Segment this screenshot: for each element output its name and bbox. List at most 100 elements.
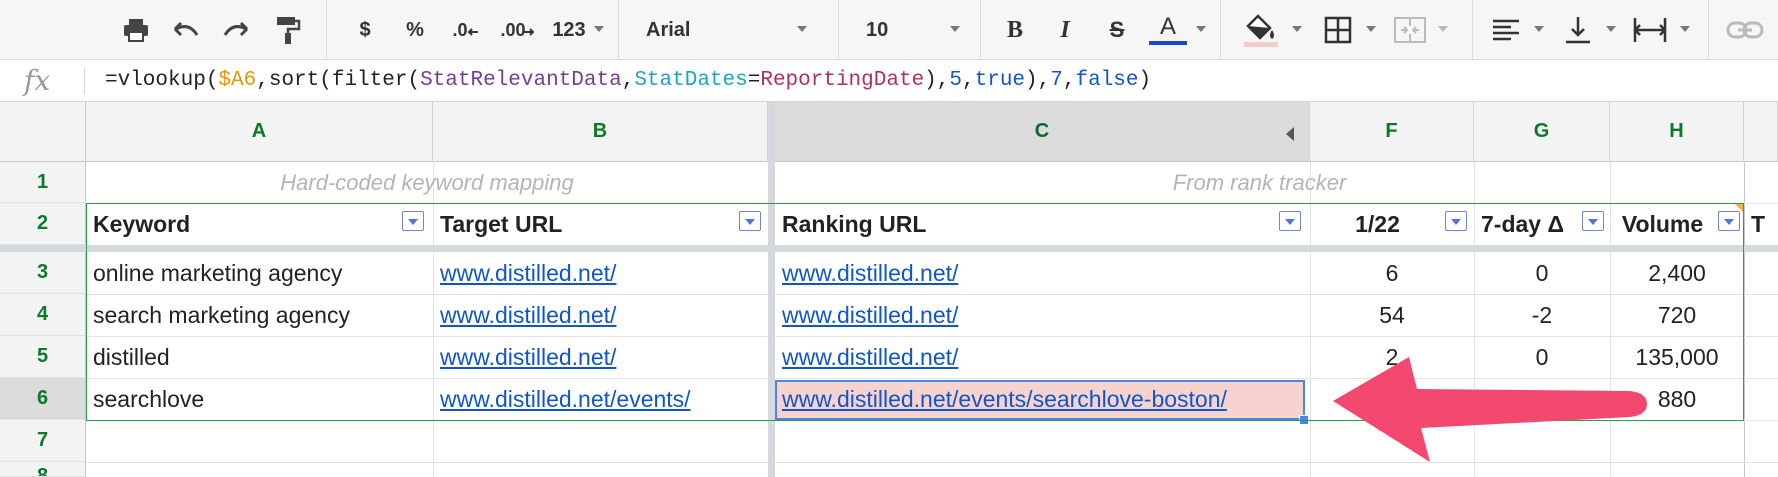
header-volume[interactable]: Volume (1610, 204, 1715, 245)
chevron-down-icon[interactable] (1606, 26, 1616, 32)
font-size-select[interactable]: 10 (866, 10, 896, 50)
toolbar-divider (980, 0, 981, 60)
cell-keyword[interactable]: distilled (86, 336, 433, 378)
decrease-decimal-button[interactable]: .0 (448, 10, 484, 50)
paint-format-icon[interactable] (270, 10, 306, 50)
select-all-corner[interactable] (0, 102, 86, 162)
target-url-link[interactable]: www.distilled.net/ (440, 260, 616, 287)
row-header-6[interactable]: 6 (0, 378, 86, 420)
cell-ranking-url[interactable]: www.distilled.net/ (775, 252, 1310, 294)
chevron-down-icon[interactable] (594, 26, 604, 32)
text-wrap-icon[interactable] (1630, 10, 1670, 50)
fill-color-icon[interactable] (1240, 10, 1284, 50)
cell-rank[interactable]: 6 (1310, 252, 1474, 294)
cell-ranking-url[interactable]: www.distilled.net/events/searchlove-bost… (775, 378, 1310, 420)
cell-target-url[interactable]: www.distilled.net/events/ (433, 378, 768, 420)
fill-handle[interactable] (1299, 415, 1309, 425)
cell-target-url[interactable]: www.distilled.net/ (433, 336, 768, 378)
column-header-c[interactable]: C (775, 102, 1310, 162)
increase-decimal-button[interactable]: .00 (496, 10, 540, 50)
italic-button[interactable]: I (1050, 10, 1080, 50)
merge-cells-icon[interactable] (1390, 10, 1430, 50)
filter-target-url-icon[interactable] (739, 211, 761, 231)
column-header-g[interactable]: G (1474, 102, 1610, 162)
row-header-3[interactable]: 3 (0, 252, 86, 294)
font-family-select[interactable]: Arial (646, 10, 706, 50)
cell-target-url[interactable]: www.distilled.net/ (433, 294, 768, 336)
filter-keyword-icon[interactable] (402, 211, 424, 231)
row-header-2[interactable]: 2 (0, 203, 86, 245)
header-ranking-url[interactable]: Ranking URL (775, 204, 1310, 245)
cell-ranking-url[interactable]: www.distilled.net/ (775, 294, 1310, 336)
vertical-align-icon[interactable] (1560, 10, 1596, 50)
filter-date-icon[interactable] (1445, 211, 1467, 231)
row-header-4[interactable]: 4 (0, 294, 86, 336)
frozen-column-divider[interactable] (768, 102, 775, 477)
column-header-f[interactable]: F (1310, 102, 1474, 162)
note-rank-tracker[interactable]: From rank tracker (775, 162, 1744, 203)
formula-input[interactable]: =vlookup($A6,sort(filter(StatRelevantDat… (105, 69, 1151, 92)
cell-keyword[interactable]: searchlove (86, 378, 433, 420)
borders-icon[interactable] (1320, 10, 1356, 50)
header-7day-change[interactable]: 7-day Δ (1474, 204, 1584, 245)
strikethrough-button[interactable]: S (1102, 10, 1132, 50)
bold-button[interactable]: B (1000, 10, 1030, 50)
formula-token: = (747, 69, 761, 92)
cell-target-url[interactable]: www.distilled.net/ (433, 252, 768, 294)
cell-rank[interactable]: 54 (1310, 294, 1474, 336)
filter-ranking-url-icon[interactable] (1279, 211, 1301, 231)
text-color-button[interactable]: A (1148, 10, 1188, 50)
fx-icon: fx (24, 64, 51, 97)
chevron-down-icon[interactable] (797, 26, 807, 32)
header-next-column[interactable]: T (1744, 204, 1778, 245)
row-header-1[interactable]: 1 (0, 162, 86, 203)
note-hardcoded-mapping[interactable]: Hard-coded keyword mapping (86, 162, 768, 203)
header-target-url[interactable]: Target URL (433, 204, 768, 245)
row-header-7[interactable]: 7 (0, 420, 86, 462)
ranking-url-link[interactable]: www.distilled.net/ (782, 344, 958, 371)
column-header-next[interactable] (1744, 102, 1778, 162)
row-header-8[interactable]: 8 (0, 462, 86, 477)
print-icon[interactable] (118, 10, 154, 50)
comment-indicator (1734, 203, 1743, 212)
chevron-down-icon[interactable] (1680, 26, 1690, 32)
column-header-a[interactable]: A (86, 102, 433, 162)
chevron-down-icon[interactable] (1292, 26, 1302, 32)
ranking-url-link[interactable]: www.distilled.net/ (782, 260, 958, 287)
ranking-url-link[interactable]: www.distilled.net/events/searchlove-bost… (782, 386, 1227, 413)
chevron-down-icon[interactable] (1366, 26, 1376, 32)
cell-keyword[interactable]: search marketing agency (86, 294, 433, 336)
toolbar-divider (618, 0, 619, 60)
target-url-link[interactable]: www.distilled.net/events/ (440, 386, 691, 413)
cell-change[interactable]: -2 (1474, 294, 1610, 336)
row-header-5[interactable]: 5 (0, 336, 86, 378)
header-keyword[interactable]: Keyword (86, 204, 433, 245)
header-date[interactable]: 1/22 (1310, 204, 1445, 245)
chevron-down-icon[interactable] (1438, 26, 1448, 32)
cell-change[interactable]: 0 (1474, 252, 1610, 294)
column-scroll-left-icon[interactable] (1286, 127, 1294, 141)
cell-volume[interactable]: 720 (1610, 294, 1744, 336)
chevron-down-icon[interactable] (1196, 26, 1206, 32)
currency-format-button[interactable]: $ (350, 10, 380, 50)
percent-format-button[interactable]: % (400, 10, 430, 50)
cell-ranking-url[interactable]: www.distilled.net/ (775, 336, 1310, 378)
target-url-link[interactable]: www.distilled.net/ (440, 302, 616, 329)
frozen-row-divider[interactable] (0, 245, 1778, 252)
filter-7day-icon[interactable] (1582, 211, 1604, 231)
filter-volume-icon[interactable] (1718, 211, 1740, 231)
cell-keyword[interactable]: online marketing agency (86, 252, 433, 294)
ranking-url-link[interactable]: www.distilled.net/ (782, 302, 958, 329)
column-header-b[interactable]: B (433, 102, 768, 162)
more-formats-button[interactable]: 123 (546, 10, 592, 50)
horizontal-align-icon[interactable] (1488, 10, 1524, 50)
chevron-down-icon[interactable] (1534, 26, 1544, 32)
chevron-down-icon[interactable] (950, 26, 960, 32)
formula-token: =vlookup( (105, 69, 219, 92)
cell-volume[interactable]: 2,400 (1610, 252, 1744, 294)
column-header-h[interactable]: H (1610, 102, 1744, 162)
undo-icon[interactable] (168, 10, 204, 50)
link-icon[interactable] (1722, 10, 1768, 50)
target-url-link[interactable]: www.distilled.net/ (440, 344, 616, 371)
redo-icon[interactable] (218, 10, 254, 50)
